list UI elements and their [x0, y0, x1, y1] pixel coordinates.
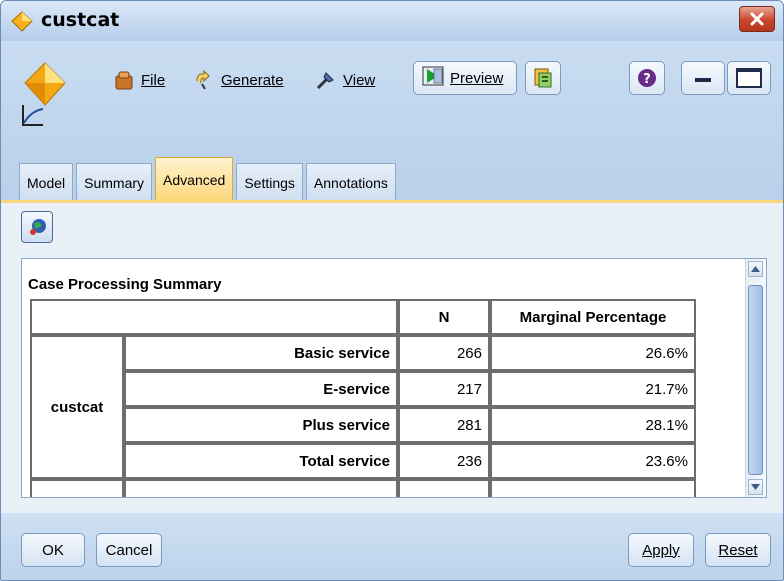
vertical-scrollbar[interactable]: [745, 259, 766, 497]
reset-button[interactable]: Reset: [705, 533, 771, 567]
tab-summary[interactable]: Summary: [76, 163, 153, 201]
cancel-button[interactable]: Cancel: [96, 533, 162, 567]
table-cell: [124, 479, 398, 497]
diamond-icon: [11, 10, 33, 32]
maximize-icon: [736, 68, 762, 88]
row-label: E-service: [124, 371, 398, 407]
file-icon: [113, 69, 135, 91]
generate-icon: [193, 69, 215, 91]
output-viewer[interactable]: Case Processing Summary N Marginal Perce…: [21, 258, 767, 498]
advanced-panel: Case Processing Summary N Marginal Perce…: [1, 203, 783, 513]
tab-settings[interactable]: Settings: [236, 163, 303, 201]
chevron-up-icon: [751, 266, 760, 272]
row-n: 266: [398, 335, 490, 371]
generate-label: Generate: [221, 71, 284, 89]
file-menu[interactable]: File: [113, 67, 165, 93]
header-cell-n: N: [398, 299, 490, 335]
model-nugget-icon: [19, 59, 69, 129]
generate-menu[interactable]: Generate: [193, 67, 284, 93]
ok-label: OK: [42, 541, 64, 559]
table-row: Total service 236 23.6%: [30, 443, 696, 479]
tab-bar: Model Summary Advanced Settings Annotati…: [19, 157, 396, 201]
row-percentage: 28.1%: [490, 407, 696, 443]
close-icon: [750, 12, 764, 26]
dialog-footer: OK Cancel Apply Reset: [1, 513, 783, 580]
tab-advanced[interactable]: Advanced: [155, 157, 234, 201]
help-button[interactable]: ?: [629, 61, 665, 95]
table-cell: [490, 479, 696, 497]
row-label: Total service: [124, 443, 398, 479]
table-row-partial: [30, 479, 696, 497]
ok-button[interactable]: OK: [21, 533, 85, 567]
tab-label: Model: [27, 174, 66, 191]
row-percentage: 21.7%: [490, 371, 696, 407]
file-label: File: [141, 71, 166, 89]
minimize-button[interactable]: [681, 61, 725, 95]
tab-label: Advanced: [163, 171, 226, 188]
group-label: custcat: [30, 335, 124, 479]
window-title: custcat: [41, 9, 120, 31]
cancel-label: Cancel: [105, 541, 153, 559]
row-n: 236: [398, 443, 490, 479]
table-title: Case Processing Summary: [28, 276, 222, 293]
reset-label: Reset: [718, 541, 758, 559]
close-button[interactable]: [739, 6, 775, 32]
preview-icon: [422, 66, 444, 90]
view-menu[interactable]: View: [315, 67, 375, 93]
export-icon: [533, 67, 553, 94]
model-window: custcat File Generate View Preview ? Mod…: [0, 0, 784, 581]
title-bar[interactable]: custcat: [1, 1, 783, 41]
table-row: E-service 217 21.7%: [30, 371, 696, 407]
tab-annotations[interactable]: Annotations: [305, 163, 396, 201]
view-label: View: [343, 71, 376, 89]
table-cell: [30, 479, 124, 497]
header-cell: [30, 299, 398, 335]
minimize-icon: [695, 78, 711, 82]
table-row: Plus service 281 28.1%: [30, 407, 696, 443]
scroll-up-button[interactable]: [748, 261, 763, 277]
help-icon: ?: [637, 68, 657, 93]
maximize-button[interactable]: [727, 61, 771, 95]
table-header-row: N Marginal Percentage: [30, 299, 696, 335]
row-label: Plus service: [124, 407, 398, 443]
row-percentage: 23.6%: [490, 443, 696, 479]
apply-button[interactable]: Apply: [628, 533, 694, 567]
table-row: custcat Basic service 266 26.6%: [30, 335, 696, 479]
row-percentage: 26.6%: [490, 335, 696, 371]
globe-icon: [28, 217, 48, 242]
toolbar: File Generate View Preview ? Model Summa…: [1, 41, 783, 201]
preview-label: Preview: [450, 69, 504, 87]
row-n: 281: [398, 407, 490, 443]
scroll-thumb[interactable]: [748, 285, 763, 475]
tab-label: Summary: [84, 174, 145, 191]
svg-text:?: ?: [643, 72, 651, 87]
chevron-down-icon: [751, 484, 760, 490]
header-cell-marginal-percentage: Marginal Percentage: [490, 299, 696, 335]
view-icon: [315, 69, 337, 91]
scroll-down-button[interactable]: [748, 479, 763, 495]
preview-button[interactable]: Preview: [413, 61, 517, 95]
launch-viewer-button[interactable]: [21, 211, 53, 243]
apply-label: Apply: [642, 541, 680, 559]
tab-model[interactable]: Model: [19, 163, 74, 201]
export-button[interactable]: [525, 61, 561, 95]
case-processing-table: N Marginal Percentage custcat Basic serv…: [30, 299, 696, 497]
tab-label: Annotations: [313, 174, 388, 191]
row-n: 217: [398, 371, 490, 407]
table-cell: [398, 479, 490, 497]
tab-label: Settings: [244, 174, 295, 191]
row-label: Basic service: [124, 335, 398, 371]
